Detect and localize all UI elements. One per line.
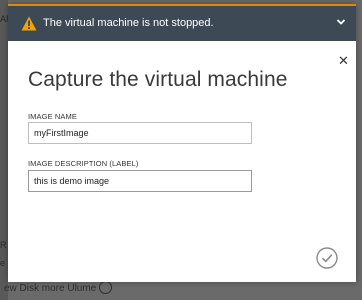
- chevron-down-icon[interactable]: [336, 17, 346, 27]
- edge-mark: R: [0, 240, 7, 250]
- checkmark-circle-icon[interactable]: [316, 247, 338, 269]
- close-icon[interactable]: ✕: [338, 54, 349, 67]
- edge-mark: e: [0, 258, 6, 268]
- capture-dialog: The virtual machine is not stopped. ✕ Ca…: [8, 4, 356, 282]
- image-name-label: IMAGE NAME: [28, 112, 77, 121]
- image-description-input[interactable]: [28, 170, 252, 192]
- dialog-title: Capture the virtual machine: [28, 68, 288, 91]
- image-description-label: IMAGE DESCRIPTION (LABEL): [28, 159, 139, 168]
- warning-triangle-icon: [21, 16, 37, 31]
- background-circle-icon: [99, 281, 113, 294]
- background-command-text: ew Disk more Ulume: [4, 281, 113, 294]
- warning-message: The virtual machine is not stopped.: [43, 17, 214, 29]
- warning-bar[interactable]: The virtual machine is not stopped.: [8, 4, 356, 41]
- image-name-input[interactable]: [28, 122, 252, 144]
- left-strip: [0, 0, 8, 300]
